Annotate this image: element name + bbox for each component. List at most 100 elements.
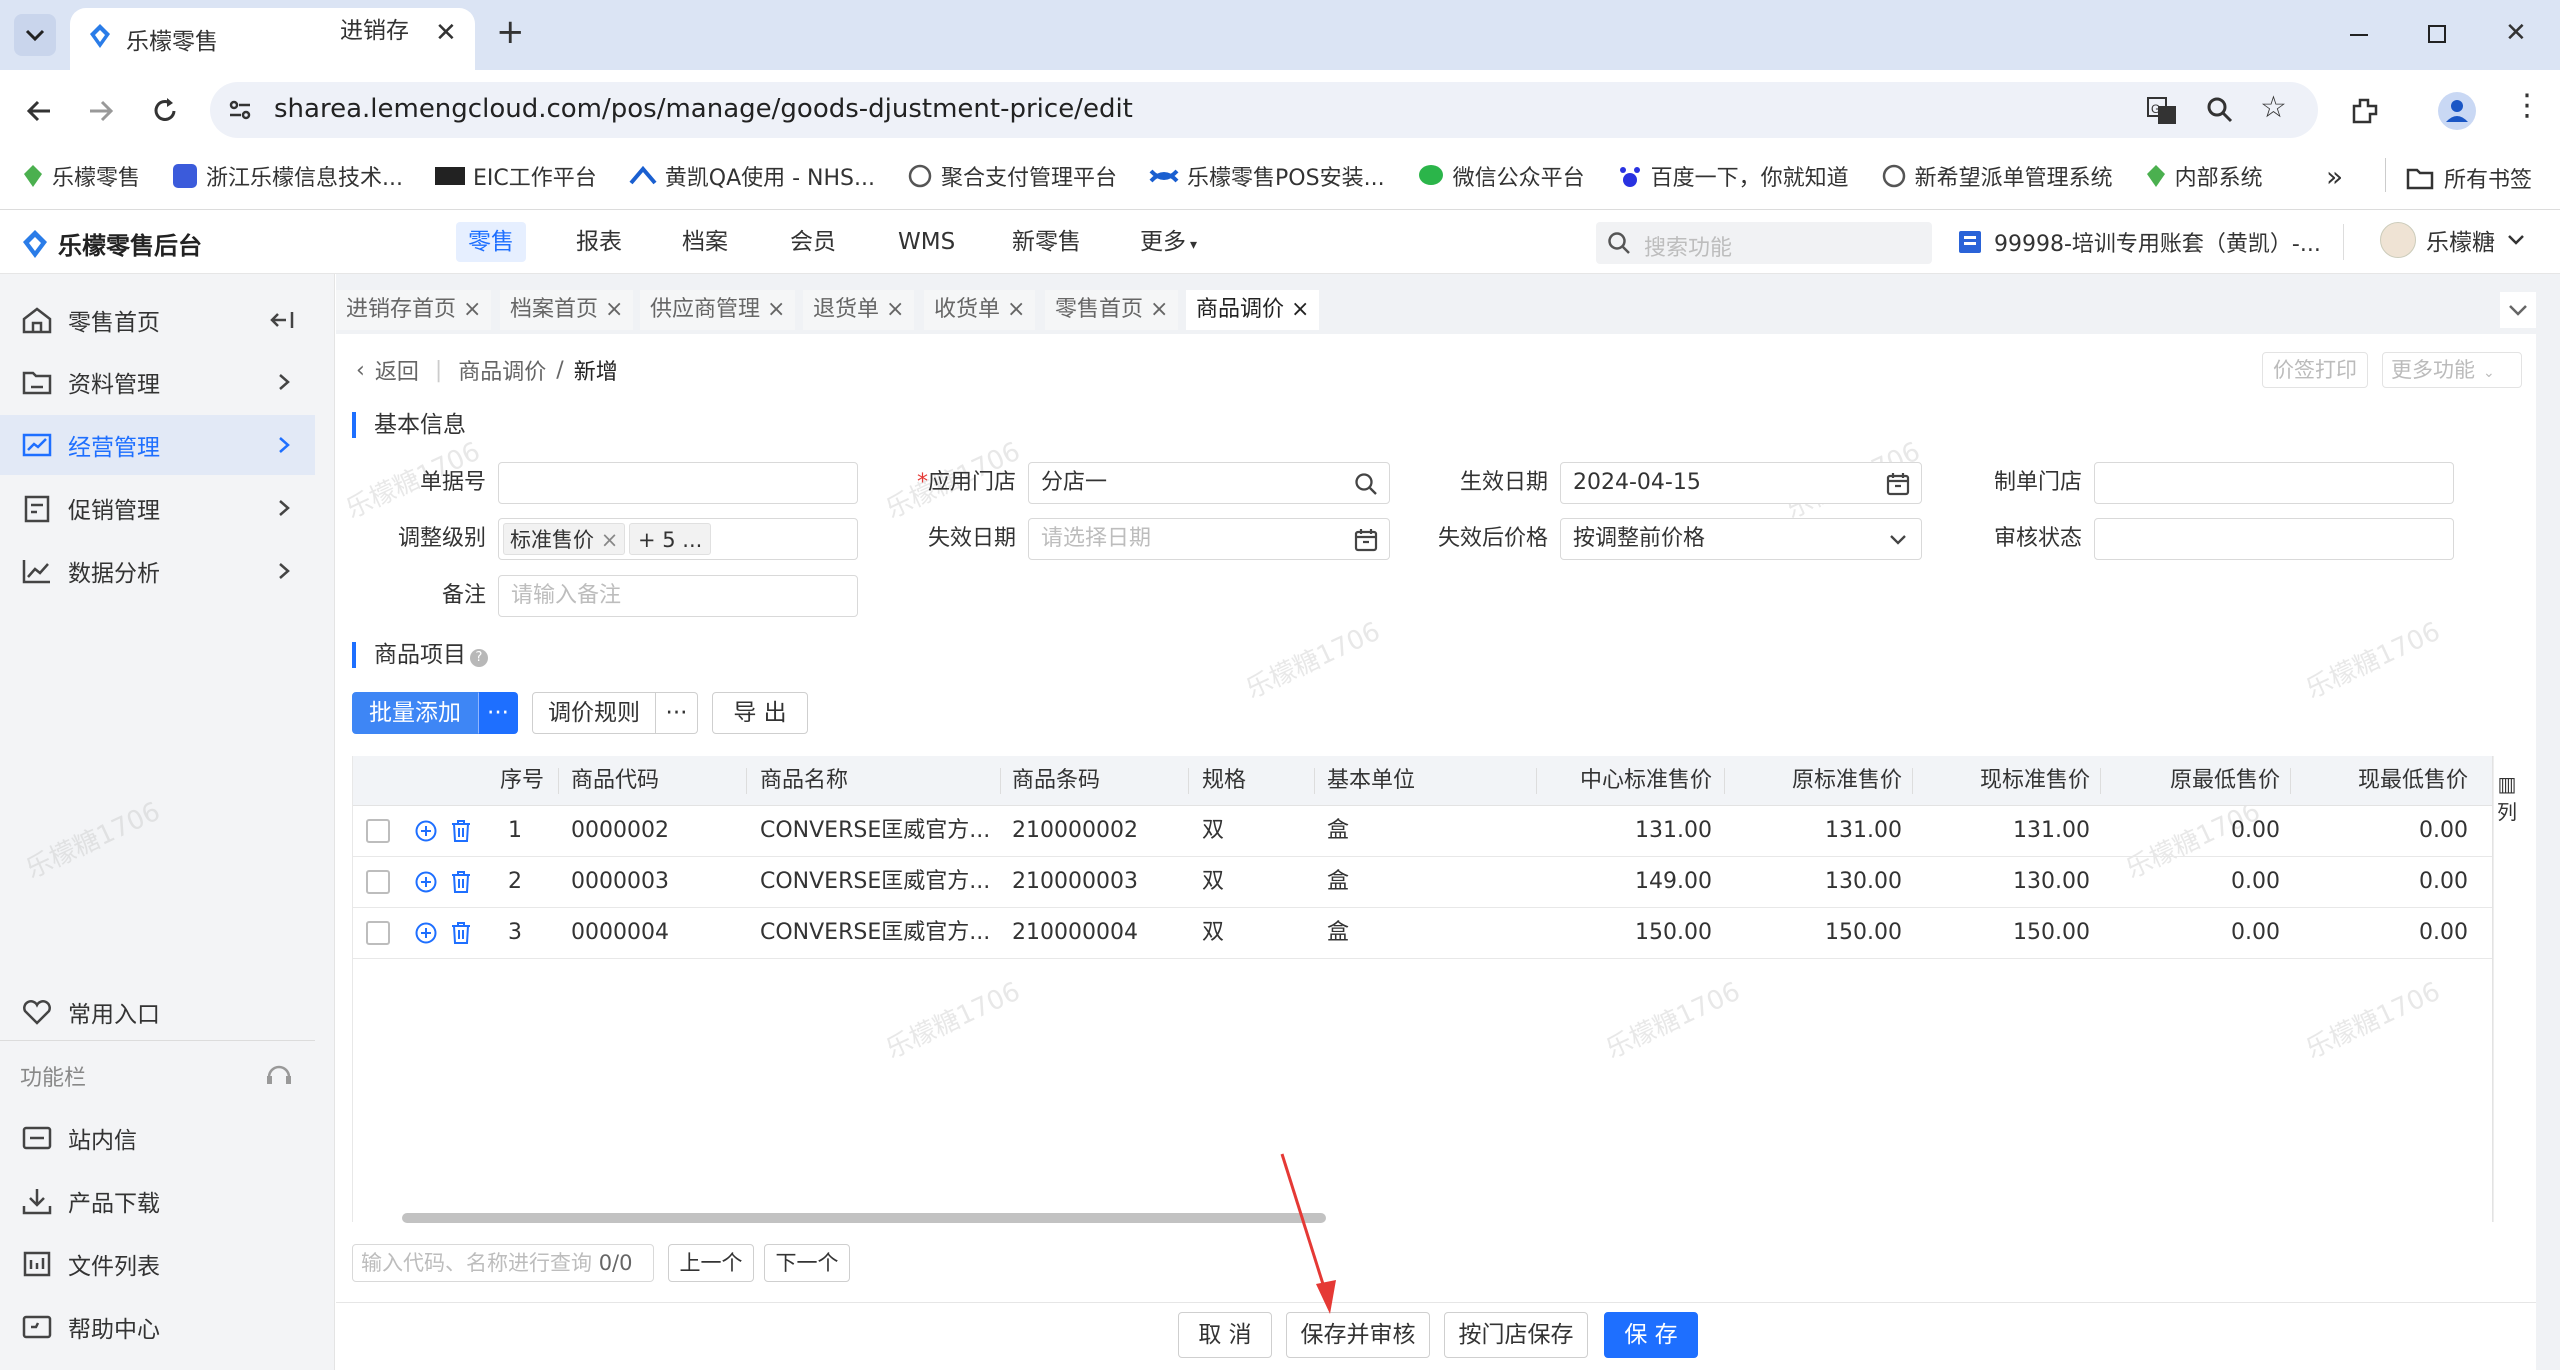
sidebar-item-promotion-management[interactable]: 促销管理 xyxy=(0,478,315,538)
minimize-icon[interactable] xyxy=(2350,34,2368,36)
delete-row-icon[interactable] xyxy=(449,921,473,945)
browser-menu-icon[interactable]: ⋮ xyxy=(2512,88,2542,123)
nav-item-new-retail[interactable]: 新零售 xyxy=(1012,211,1081,274)
store-input[interactable]: 分店一 xyxy=(1028,462,1390,504)
calendar-icon[interactable] xyxy=(1353,527,1379,553)
close-icon[interactable]: × xyxy=(767,297,785,322)
close-icon[interactable]: × xyxy=(1007,297,1025,322)
sidebar-item-downloads[interactable]: 产品下载 xyxy=(0,1171,315,1231)
tab-purchase-home[interactable]: 进销存首页 × xyxy=(336,290,492,330)
address-bar[interactable]: sharea.lemengcloud.com/pos/manage/goods-… xyxy=(210,82,2318,138)
level-more-tag[interactable]: + 5 ... xyxy=(629,523,712,555)
sidebar-item-data-management[interactable]: 资料管理 xyxy=(0,352,315,412)
forward-arrow-icon[interactable] xyxy=(84,94,118,128)
nav-item-members[interactable]: 会员 xyxy=(790,211,836,274)
profile-avatar[interactable] xyxy=(2438,92,2476,130)
bookmark-item[interactable]: 黄凯QA使用 - NHS... xyxy=(629,160,875,192)
level-select[interactable]: 标准售价 × + 5 ... xyxy=(498,518,858,560)
sidebar-item-file-list[interactable]: 文件列表 xyxy=(0,1234,315,1294)
price-rules-button[interactable]: 调价规则 xyxy=(532,692,656,734)
sidebar-item-data-analysis[interactable]: 数据分析 xyxy=(0,541,315,601)
calendar-icon[interactable] xyxy=(1885,471,1911,497)
window-close-icon[interactable]: ✕ xyxy=(2505,18,2527,48)
batch-add-button[interactable]: 批量添加 xyxy=(352,692,478,734)
bookmark-item[interactable]: 百度一下，你就知道 xyxy=(1617,160,1849,192)
row-search-input[interactable]: 输入代码、名称进行查询 0/0 xyxy=(352,1244,654,1282)
bookmark-item[interactable]: 浙江乐檬信息技术... xyxy=(172,160,403,192)
print-label-button[interactable]: 价签打印 xyxy=(2262,352,2368,388)
doc-no-input[interactable] xyxy=(498,462,858,504)
site-settings-icon[interactable] xyxy=(226,96,254,124)
tab-supplier-management[interactable]: 供应商管理 × xyxy=(640,290,796,330)
sidebar-item-retail-home[interactable]: 零售首页 xyxy=(0,290,315,350)
all-bookmarks-button[interactable]: 所有书签 xyxy=(2406,162,2532,194)
nav-item-more[interactable]: 更多 ▾ xyxy=(1140,211,1197,274)
bookmark-item[interactable]: 微信公众平台 xyxy=(1417,160,1585,192)
tab-retail-home[interactable]: 零售首页 × xyxy=(1045,290,1179,330)
back-link[interactable]: 返回 xyxy=(375,354,419,386)
new-tab-button[interactable]: + xyxy=(496,12,525,52)
save-by-store-button[interactable]: 按门店保存 xyxy=(1444,1312,1588,1358)
tag-close-icon[interactable]: × xyxy=(601,528,619,552)
app-logo[interactable]: 乐檬零售后台 xyxy=(20,226,202,261)
tab-price-adjustment[interactable]: 商品调价 × xyxy=(1186,290,1320,330)
bookmark-item[interactable]: EIC工作平台 xyxy=(435,160,597,192)
prev-match-button[interactable]: 上一个 xyxy=(668,1244,754,1282)
row-checkbox[interactable] xyxy=(366,921,390,945)
horizontal-scrollbar[interactable] xyxy=(402,1213,1326,1223)
restore-icon[interactable] xyxy=(2428,25,2446,43)
headset-icon[interactable] xyxy=(264,1060,294,1090)
nav-item-archives[interactable]: 档案 xyxy=(682,211,728,274)
tabs-dropdown-button[interactable] xyxy=(2500,292,2536,328)
bookmark-item[interactable]: 聚合支付管理平台 xyxy=(907,160,1117,192)
bookmark-star-icon[interactable]: ☆ xyxy=(2260,90,2287,125)
export-button[interactable]: 导 出 xyxy=(712,692,808,734)
browser-tab[interactable]: 乐檬零售 ✕ xyxy=(70,8,475,70)
add-row-icon[interactable] xyxy=(414,921,438,945)
column-settings-button[interactable]: ▥ 列 xyxy=(2494,770,2520,826)
breadcrumb-parent[interactable]: 商品调价 xyxy=(458,354,546,386)
nav-item-purchase-sales[interactable]: 进销存 xyxy=(340,0,409,63)
account-selector[interactable]: 99998-培训专用账套（黄凯）-... xyxy=(1956,226,2321,258)
sidebar-item-messages[interactable]: 站内信 xyxy=(0,1108,315,1168)
nav-item-reports[interactable]: 报表 xyxy=(576,211,622,274)
nav-item-retail[interactable]: 零售 xyxy=(456,222,526,262)
remark-input[interactable]: 请输入备注 xyxy=(498,575,858,617)
tab-return-order[interactable]: 退货单 × xyxy=(803,290,915,330)
bookmark-item[interactable]: 内部系统 xyxy=(2145,160,2263,192)
collapse-sidebar-icon[interactable] xyxy=(268,306,298,334)
sidebar-item-business-management[interactable]: 经营管理 xyxy=(0,415,315,475)
bookmark-item[interactable]: 新希望派单管理系统 xyxy=(1881,160,2113,192)
translate-icon[interactable]: G xyxy=(2146,94,2178,126)
close-icon[interactable]: × xyxy=(463,297,481,322)
tab-receipt-order[interactable]: 收货单 × xyxy=(924,290,1036,330)
tab-close-icon[interactable]: ✕ xyxy=(435,18,457,48)
zoom-icon[interactable] xyxy=(2204,94,2236,126)
delete-row-icon[interactable] xyxy=(449,819,473,843)
add-row-icon[interactable] xyxy=(414,819,438,843)
expire-date-input[interactable]: 请选择日期 xyxy=(1028,518,1390,560)
after-price-select[interactable]: 按调整前价格 xyxy=(1560,518,1922,560)
sidebar-item-help[interactable]: 帮助中心 xyxy=(0,1297,315,1357)
bookmarks-overflow-button[interactable]: » xyxy=(2326,160,2343,193)
more-functions-button[interactable]: 更多功能 ⌄ xyxy=(2382,352,2522,388)
close-icon[interactable]: × xyxy=(886,297,904,322)
bookmark-item[interactable]: 乐檬零售 xyxy=(22,160,140,192)
add-row-icon[interactable] xyxy=(414,870,438,894)
close-icon[interactable]: × xyxy=(1150,297,1168,322)
row-checkbox[interactable] xyxy=(366,819,390,843)
back-arrow-icon[interactable] xyxy=(22,94,56,128)
search-icon[interactable] xyxy=(1353,471,1379,497)
price-rules-more-button[interactable]: ··· xyxy=(656,692,698,734)
close-icon[interactable]: × xyxy=(605,297,623,322)
batch-add-more-button[interactable]: ··· xyxy=(478,692,518,734)
tab-archive-home[interactable]: 档案首页 × xyxy=(500,290,634,330)
help-icon[interactable]: ? xyxy=(470,649,488,667)
close-icon[interactable]: × xyxy=(1291,297,1309,322)
function-search-input[interactable]: 搜索功能 xyxy=(1596,222,1932,264)
user-menu[interactable]: 乐檬糖 xyxy=(2380,222,2527,258)
row-checkbox[interactable] xyxy=(366,870,390,894)
delete-row-icon[interactable] xyxy=(449,870,473,894)
reload-icon[interactable] xyxy=(148,94,182,128)
cancel-button[interactable]: 取 消 xyxy=(1178,1312,1272,1358)
